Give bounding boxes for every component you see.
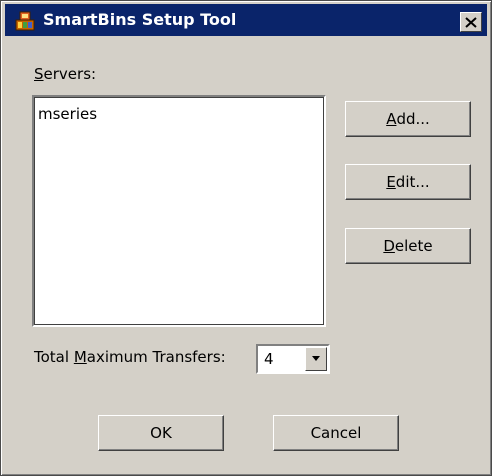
cancel-button[interactable]: Cancel — [273, 415, 399, 451]
servers-listbox[interactable]: mseries — [32, 95, 326, 327]
title-bar[interactable]: SmartBins Setup Tool — [5, 4, 487, 36]
close-icon — [465, 16, 477, 28]
smartbins-app-icon — [15, 11, 35, 31]
chevron-down-icon — [312, 356, 320, 361]
ok-button[interactable]: OK — [98, 415, 224, 451]
max-transfers-label: Total Maximum Transfers: — [34, 348, 226, 366]
server-list-item[interactable]: mseries — [38, 105, 97, 123]
add-button[interactable]: Add... — [345, 101, 471, 137]
edit-button[interactable]: Edit... — [345, 164, 471, 200]
delete-button[interactable]: Delete — [345, 228, 471, 264]
setup-dialog: SmartBins Setup Tool Servers: mseries Ad… — [0, 0, 492, 476]
max-transfers-value: 4 — [264, 350, 274, 368]
max-transfers-select[interactable]: 4 — [256, 344, 330, 374]
servers-label: Servers: — [34, 65, 97, 83]
max-transfers-dropdown-button[interactable] — [305, 347, 327, 371]
window-title: SmartBins Setup Tool — [43, 10, 237, 29]
close-button[interactable] — [460, 12, 482, 32]
